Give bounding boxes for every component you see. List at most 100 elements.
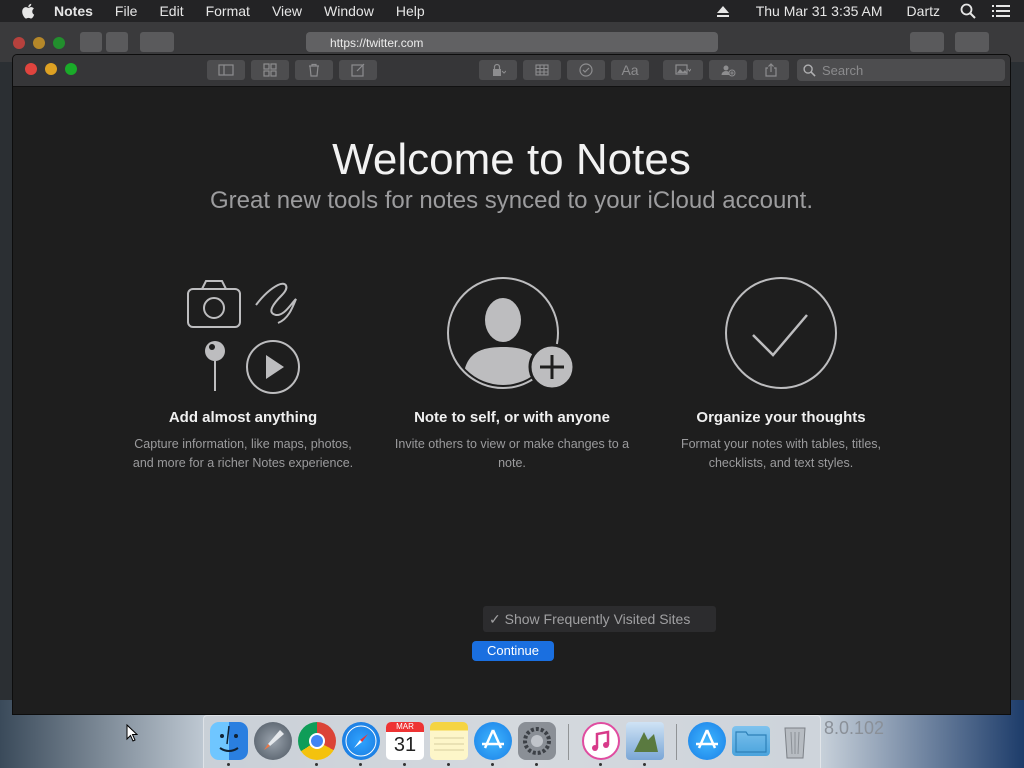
lock-note-button[interactable] — [479, 60, 517, 80]
dock-safari-icon[interactable] — [342, 722, 380, 760]
continue-button[interactable]: Continue — [472, 641, 554, 661]
menu-clock[interactable]: Thu Mar 31 3:35 AM — [756, 3, 883, 19]
feature-share: Note to self, or with anyone Invite othe… — [392, 275, 632, 473]
add-people-icon — [721, 65, 736, 77]
feature-add-anything: Add almost anything Capture information,… — [123, 275, 363, 473]
menu-format[interactable]: Format — [206, 3, 250, 19]
zoom-icon[interactable] — [65, 63, 77, 75]
menu-help[interactable]: Help — [396, 3, 425, 19]
feature-description: Format your notes with tables, titles, c… — [680, 437, 882, 470]
checklist-button[interactable] — [567, 60, 605, 80]
compose-icon — [351, 63, 365, 77]
feature-icon-group — [123, 275, 363, 395]
menu-bar: Notes File Edit Format View Window Help … — [0, 0, 1024, 22]
dock-separator — [676, 724, 677, 760]
attachments-icon — [187, 280, 300, 394]
notes-titlebar: Aa Search — [13, 55, 1010, 87]
tabs-button[interactable] — [955, 32, 989, 52]
dock-itunes-icon[interactable] — [582, 722, 620, 760]
spotlight-search-icon[interactable] — [960, 3, 976, 19]
notification-center-icon[interactable] — [992, 4, 1010, 18]
running-indicator — [227, 763, 230, 766]
format-button[interactable]: Aa — [611, 60, 649, 80]
menu-view[interactable]: View — [272, 3, 302, 19]
dock-app-store-downloads-icon[interactable] — [688, 722, 726, 760]
share-button[interactable] — [753, 60, 789, 80]
dock-preview-icon[interactable] — [626, 722, 664, 760]
checkmark-circle-icon — [725, 277, 837, 389]
checkmark-circle-icon — [579, 63, 593, 77]
dock-launchpad-icon[interactable] — [254, 722, 292, 760]
person-add-icon — [447, 277, 576, 391]
running-indicator — [491, 763, 494, 766]
search-field[interactable]: Search — [797, 59, 1005, 81]
welcome-subtitle: Great new tools for notes synced to your… — [210, 187, 813, 214]
url-bar[interactable]: https://twitter.com — [306, 32, 718, 52]
feature-description: Invite others to view or make changes to… — [394, 437, 630, 470]
safari-traffic-lights — [13, 37, 65, 49]
menu-window[interactable]: Window — [324, 3, 374, 19]
add-people-button[interactable] — [709, 60, 747, 80]
running-indicator — [535, 763, 538, 766]
dock: MAR 31 — [203, 715, 821, 768]
text-format-icon: Aa — [621, 62, 639, 78]
running-indicator — [447, 763, 450, 766]
feature-icon-group — [392, 275, 632, 395]
close-icon[interactable] — [25, 63, 37, 75]
welcome-title: Welcome to Notes — [332, 135, 691, 184]
lock-icon — [493, 63, 506, 76]
feature-title: Note to self, or with anyone — [414, 409, 610, 426]
menu-app-notes[interactable]: Notes — [54, 3, 93, 19]
calendar-day: 31 — [393, 734, 417, 756]
sidebar-button[interactable] — [140, 32, 174, 52]
minimize-icon[interactable] — [33, 37, 45, 49]
dock-app-store-icon[interactable] — [474, 722, 512, 760]
running-indicator — [643, 763, 646, 766]
feature-description: Capture information, like maps, photos, … — [132, 437, 354, 470]
apple-icon[interactable] — [20, 2, 38, 20]
dock-calendar-icon[interactable]: MAR 31 — [386, 722, 424, 760]
eject-icon[interactable] — [716, 5, 730, 17]
running-indicator — [403, 763, 406, 766]
photo-icon — [675, 64, 691, 75]
zoom-icon[interactable] — [53, 37, 65, 49]
delete-button[interactable] — [295, 60, 333, 80]
running-indicator — [599, 763, 602, 766]
mouse-cursor-icon — [126, 724, 138, 742]
dock-system-preferences-icon[interactable] — [518, 722, 556, 760]
show-frequent-sites-option[interactable]: ✓ Show Frequently Visited Sites — [483, 606, 716, 632]
close-icon[interactable] — [13, 37, 25, 49]
back-button[interactable] — [80, 32, 102, 52]
calendar-month: MAR — [386, 722, 424, 732]
dock-notes-icon[interactable] — [430, 722, 468, 760]
dock-finder-icon[interactable] — [210, 722, 248, 760]
running-indicator — [315, 763, 318, 766]
feature-title: Organize your thoughts — [696, 409, 866, 426]
toggle-sidebar-button[interactable] — [207, 60, 245, 80]
attachments-browser-button[interactable] — [251, 60, 289, 80]
minimize-icon[interactable] — [45, 63, 57, 75]
dock-chrome-icon[interactable] — [298, 722, 336, 760]
search-icon — [803, 63, 816, 77]
media-button[interactable] — [663, 60, 703, 80]
trash-icon — [309, 63, 319, 77]
new-note-button[interactable] — [339, 60, 377, 80]
notes-window: Aa Search Welcome to Notes Great new too… — [12, 54, 1011, 715]
dock-folder-icon[interactable] — [732, 726, 770, 756]
dock-separator — [568, 724, 569, 760]
search-placeholder: Search — [822, 62, 864, 78]
menu-file[interactable]: File — [115, 3, 138, 19]
feature-icon-group — [661, 275, 901, 395]
notes-traffic-lights — [25, 63, 77, 75]
share-button[interactable] — [910, 32, 944, 52]
table-icon — [535, 64, 549, 76]
sidebar-icon — [218, 64, 234, 76]
feature-title: Add almost anything — [168, 409, 318, 426]
menu-edit[interactable]: Edit — [159, 3, 183, 19]
grid-icon — [263, 63, 277, 77]
running-indicator — [359, 763, 362, 766]
forward-button[interactable] — [106, 32, 128, 52]
dock-trash-icon[interactable] — [776, 722, 814, 760]
table-button[interactable] — [523, 60, 561, 80]
menu-user[interactable]: Dartz — [907, 3, 940, 19]
